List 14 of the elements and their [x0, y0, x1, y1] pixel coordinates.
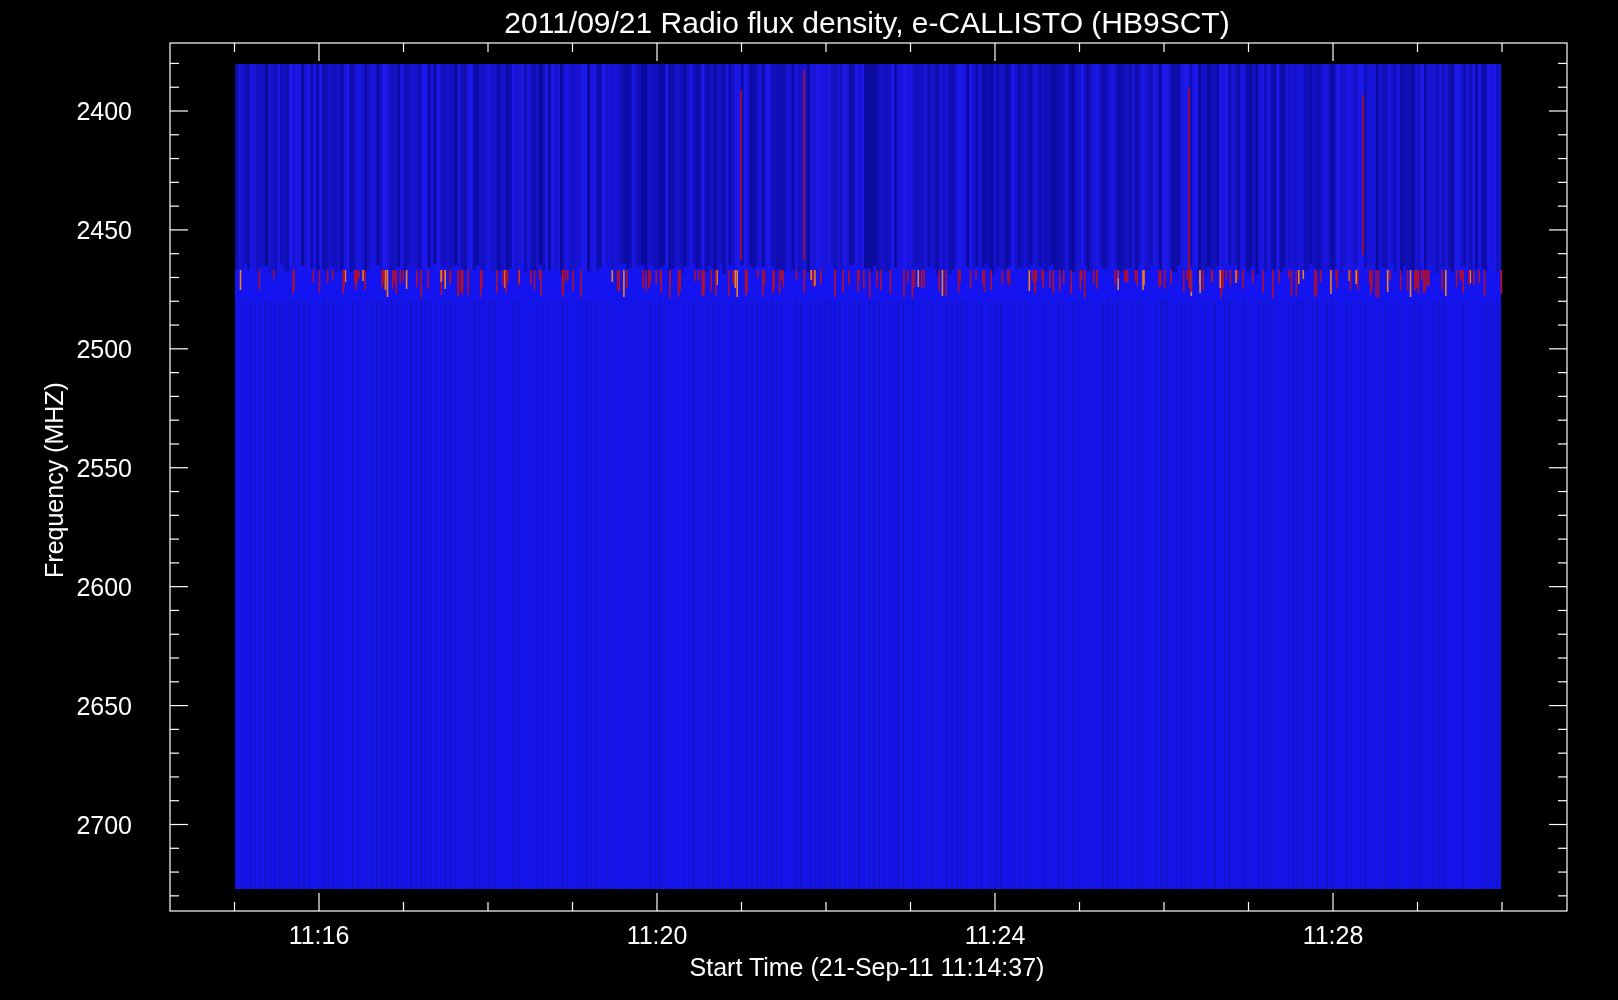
chart-title: 2011/09/21 Radio flux density, e-CALLISTO (HB9SCT): [504, 6, 1230, 39]
y-axis-title: Frequency (MHZ): [40, 382, 68, 578]
x-tick-label: 11:20: [626, 921, 688, 949]
x-tick-label: 11:16: [288, 921, 350, 949]
y-tick-label: 2550: [76, 453, 132, 482]
y-tick-label: 2650: [76, 691, 132, 720]
y-tick-label: 2600: [76, 572, 132, 601]
y-tick-label: 2400: [76, 97, 132, 125]
y-tick-label: 2700: [76, 810, 132, 839]
x-axis-title: Start Time (21-Sep-11 11:14:37): [689, 953, 1045, 981]
y-tick-label: 2500: [76, 334, 132, 363]
y-tick-label: 2450: [76, 215, 132, 244]
x-tick-label: 11:24: [964, 921, 1026, 949]
x-tick-label: 11:28: [1302, 921, 1364, 949]
